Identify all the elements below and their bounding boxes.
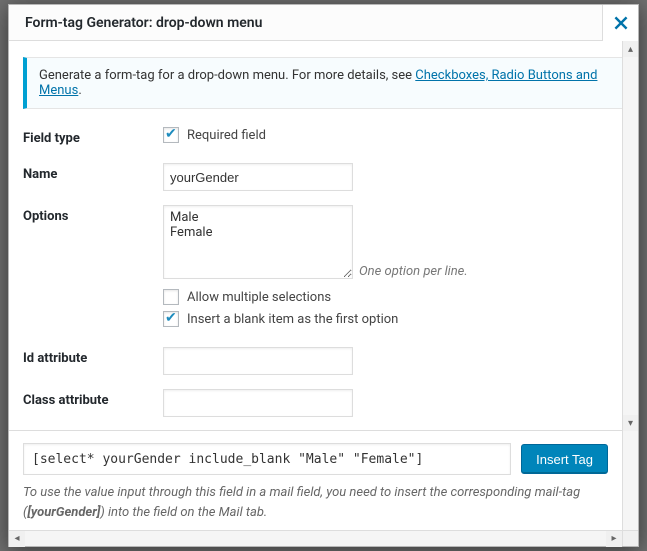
- info-notice: Generate a form-tag for a drop-down menu…: [23, 57, 624, 109]
- close-icon: [613, 15, 629, 31]
- generated-tag-input[interactable]: [23, 443, 511, 475]
- allow-multiple-checkbox[interactable]: [163, 289, 179, 305]
- required-field-checkbox-row[interactable]: Required field: [163, 127, 624, 143]
- scroll-up-icon[interactable]: ▴: [623, 41, 638, 57]
- footer-note: To use the value input through this fiel…: [23, 483, 608, 522]
- notice-text-pre: Generate a form-tag for a drop-down menu…: [39, 68, 415, 83]
- modal-footer: Insert Tag To use the value input throug…: [9, 431, 622, 530]
- scroll-track-v[interactable]: [623, 57, 638, 415]
- notice-text-post: .: [78, 83, 81, 98]
- options-textarea[interactable]: Male Female: [163, 205, 353, 279]
- footer-note-post: ) into the field on the Mail tab.: [100, 505, 267, 520]
- footer-note-mailtag: [yourGender]: [27, 505, 100, 520]
- close-button[interactable]: [602, 5, 638, 41]
- insert-blank-label: Insert a blank item as the first option: [187, 312, 398, 327]
- titlebar: Form-tag Generator: drop-down menu: [9, 5, 638, 41]
- modal-dialog: Form-tag Generator: drop-down menu Gener…: [8, 4, 639, 547]
- scroll-down-icon[interactable]: ▾: [623, 415, 638, 431]
- scroll-right-icon[interactable]: ▸: [606, 531, 622, 547]
- label-class-attr: Class attribute: [23, 389, 163, 408]
- row-id-attr: Id attribute: [23, 347, 624, 375]
- row-options: Options Male Female One option per line.…: [23, 205, 624, 333]
- label-id-attr: Id attribute: [23, 347, 163, 366]
- scroll-left-icon[interactable]: ◂: [9, 531, 25, 547]
- insert-blank-checkbox[interactable]: [163, 311, 179, 327]
- allow-multiple-row[interactable]: Allow multiple selections: [163, 289, 624, 305]
- insert-blank-row[interactable]: Insert a blank item as the first option: [163, 311, 624, 327]
- scroll-corner: [622, 530, 638, 546]
- label-field-type: Field type: [23, 127, 163, 146]
- options-hint: One option per line.: [359, 264, 468, 279]
- row-field-type: Field type Required field: [23, 127, 624, 149]
- insert-tag-button[interactable]: Insert Tag: [521, 444, 608, 474]
- required-label: Required field: [187, 128, 266, 143]
- modal-title: Form-tag Generator: drop-down menu: [9, 15, 278, 31]
- required-checkbox[interactable]: [163, 127, 179, 143]
- horizontal-scrollbar[interactable]: ◂ ▸: [9, 530, 622, 546]
- modal-body: Generate a form-tag for a drop-down menu…: [9, 41, 638, 431]
- row-name: Name: [23, 163, 624, 191]
- scroll-track-h[interactable]: [25, 531, 606, 546]
- label-name: Name: [23, 163, 163, 182]
- row-class-attr: Class attribute: [23, 389, 624, 417]
- allow-multiple-label: Allow multiple selections: [187, 290, 331, 305]
- vertical-scrollbar[interactable]: ▴ ▾: [622, 41, 638, 431]
- class-attr-input[interactable]: [163, 389, 353, 417]
- label-options: Options: [23, 205, 163, 224]
- id-attr-input[interactable]: [163, 347, 353, 375]
- name-input[interactable]: [163, 163, 353, 191]
